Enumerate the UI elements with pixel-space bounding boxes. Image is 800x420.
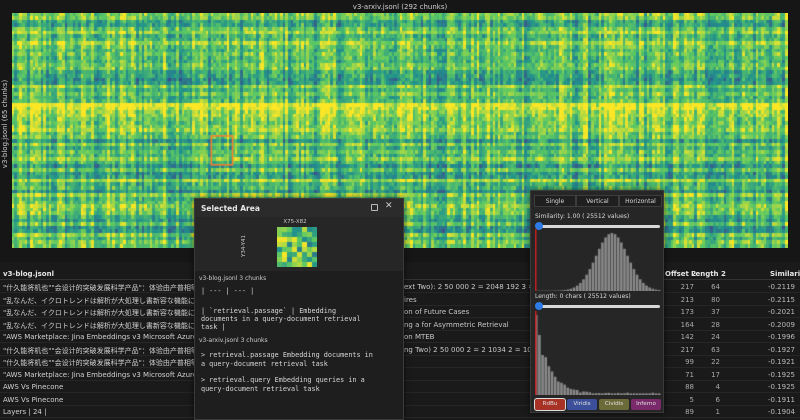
cell-similarity: -0.2021 bbox=[767, 308, 795, 316]
similarity-panel: Single Vertical Horizontal Similarity: 1… bbox=[530, 190, 664, 413]
mini-heatmap-y-label: Y34-Y41 bbox=[241, 234, 248, 258]
cell-similarity: -0.2009 bbox=[767, 320, 795, 329]
arxiv-text-line: > retrieval.query Embedding queries in a bbox=[201, 376, 365, 384]
arxiv-text-line: > retrieval.passage Embedding documents … bbox=[201, 351, 373, 359]
mini-heatmap-x-label: X75-X82 bbox=[283, 219, 307, 225]
arxiv-chunks-label: v3-arxiv.jsonl 3 chunks bbox=[199, 337, 268, 344]
cell-offset: 99 bbox=[685, 358, 694, 366]
cell-offset: 5 bbox=[689, 395, 694, 404]
cell-arxiv-text: on MTEB bbox=[404, 333, 435, 341]
cell-length: 28 bbox=[711, 320, 720, 329]
length-slider-thumb[interactable] bbox=[535, 302, 543, 310]
cell-similarity: -0.1904 bbox=[767, 408, 795, 416]
colormap-rdbu-button[interactable]: RdBu bbox=[534, 398, 566, 411]
cell-offset: 89 bbox=[685, 408, 694, 416]
cell-length: 1 bbox=[715, 408, 720, 416]
cell-similarity: -0.2119 bbox=[767, 283, 795, 291]
cell-length: 22 bbox=[711, 358, 720, 366]
colormap-viridis-button[interactable]: Viridis bbox=[567, 399, 597, 410]
cell-arxiv-text: ng a for Asymmetric Retrieval bbox=[404, 320, 509, 329]
similarity-value: 1.00 ( 25512 values) bbox=[566, 213, 630, 220]
tab-horizontal[interactable]: Horizontal bbox=[619, 195, 662, 207]
cell-offset: 164 bbox=[680, 320, 694, 329]
length-slider[interactable] bbox=[535, 302, 660, 310]
cell-length: 80 bbox=[711, 295, 720, 304]
cell-offset: 213 bbox=[680, 295, 694, 304]
length-histogram bbox=[535, 311, 661, 395]
length-value: 0 chars ( 25512 values) bbox=[559, 293, 631, 300]
cell-similarity: -0.1925 bbox=[767, 370, 795, 379]
cell-length: 64 bbox=[711, 283, 720, 291]
length-label: Length: 0 chars ( 25512 values) bbox=[535, 293, 631, 300]
cell-offset: 88 bbox=[685, 383, 694, 391]
heatmap-title: v3-arxiv.jsonl (292 chunks) bbox=[352, 3, 448, 11]
similarity-histogram bbox=[535, 229, 661, 291]
blog-text-line: task | bbox=[201, 323, 226, 331]
selected-area-dialog: Selected Area ✕ X75-X82 Y34-Y41 v3-blog.… bbox=[194, 198, 404, 420]
heatmap-y-axis-label: v3-blog.jsonl (65 chunks) bbox=[1, 79, 9, 169]
cell-offset: 217 bbox=[680, 283, 694, 291]
cell-length: 24 bbox=[711, 333, 720, 341]
dialog-title: Selected Area bbox=[201, 204, 260, 213]
cell-length: 37 bbox=[711, 308, 720, 316]
column-header-similarity[interactable]: Similarity bbox=[770, 270, 800, 278]
cell-arxiv-text: on of Future Cases bbox=[404, 308, 470, 316]
cell-arxiv-text: ires bbox=[404, 295, 417, 304]
similarity-label: Similarity: 1.00 ( 25512 values) bbox=[535, 213, 630, 220]
blog-chunks-label: v3-blog.jsonl 3 chunks bbox=[199, 275, 267, 282]
cell-offset: 173 bbox=[680, 308, 694, 316]
cell-arxiv-text: ext Two): 2 50 000 2 = 2048 192 3 = 10 =… bbox=[404, 283, 530, 291]
cell-arxiv-text: ng Two) 2 50 000 2 = 2 1034 2 = 10 = 5 0… bbox=[404, 345, 530, 354]
dialog-header: Selected Area ✕ bbox=[195, 199, 403, 217]
column-header-blog[interactable]: v3-blog.jsonl bbox=[3, 270, 54, 278]
similarity-slider[interactable] bbox=[535, 222, 660, 230]
column-header-length[interactable]: Length 2 bbox=[691, 270, 726, 278]
cell-offset: 71 bbox=[685, 370, 694, 379]
copy-icon[interactable] bbox=[371, 204, 378, 211]
arxiv-text-line: query-document retrieval task bbox=[201, 385, 320, 393]
cell-similarity: -0.1996 bbox=[767, 333, 795, 341]
cell-similarity: -0.1921 bbox=[767, 358, 795, 366]
tab-single[interactable]: Single bbox=[534, 195, 576, 207]
blog-text-line: | `retrieval.passage` | Embedding bbox=[201, 307, 337, 315]
colormap-inferno-button[interactable]: Inferno bbox=[631, 399, 661, 410]
close-icon[interactable]: ✕ bbox=[385, 201, 393, 211]
cell-length: 6 bbox=[715, 395, 720, 404]
cell-similarity: -0.2115 bbox=[767, 295, 795, 304]
cell-offset: 217 bbox=[680, 345, 694, 354]
arxiv-text-line: a query-document retrieval task bbox=[201, 360, 328, 368]
selected-area-mini-heatmap bbox=[277, 227, 317, 267]
selected-area-content[interactable]: v3-blog.jsonl 3 chunks | --- | --- | | `… bbox=[195, 271, 403, 419]
cell-length: 17 bbox=[711, 370, 720, 379]
cell-similarity: -0.1911 bbox=[767, 395, 795, 404]
cell-similarity: -0.1925 bbox=[767, 383, 795, 391]
blog-text-line: documents in a query-document retrieval bbox=[201, 315, 361, 323]
blog-text-line: | --- | --- | bbox=[201, 287, 255, 295]
tab-vertical[interactable]: Vertical bbox=[576, 195, 619, 207]
colormap-cividis-button[interactable]: Cividis bbox=[599, 399, 629, 410]
cell-offset: 142 bbox=[680, 333, 694, 341]
cell-length: 4 bbox=[715, 383, 720, 391]
cell-length: 63 bbox=[711, 345, 720, 354]
cell-similarity: -0.1927 bbox=[767, 345, 795, 354]
